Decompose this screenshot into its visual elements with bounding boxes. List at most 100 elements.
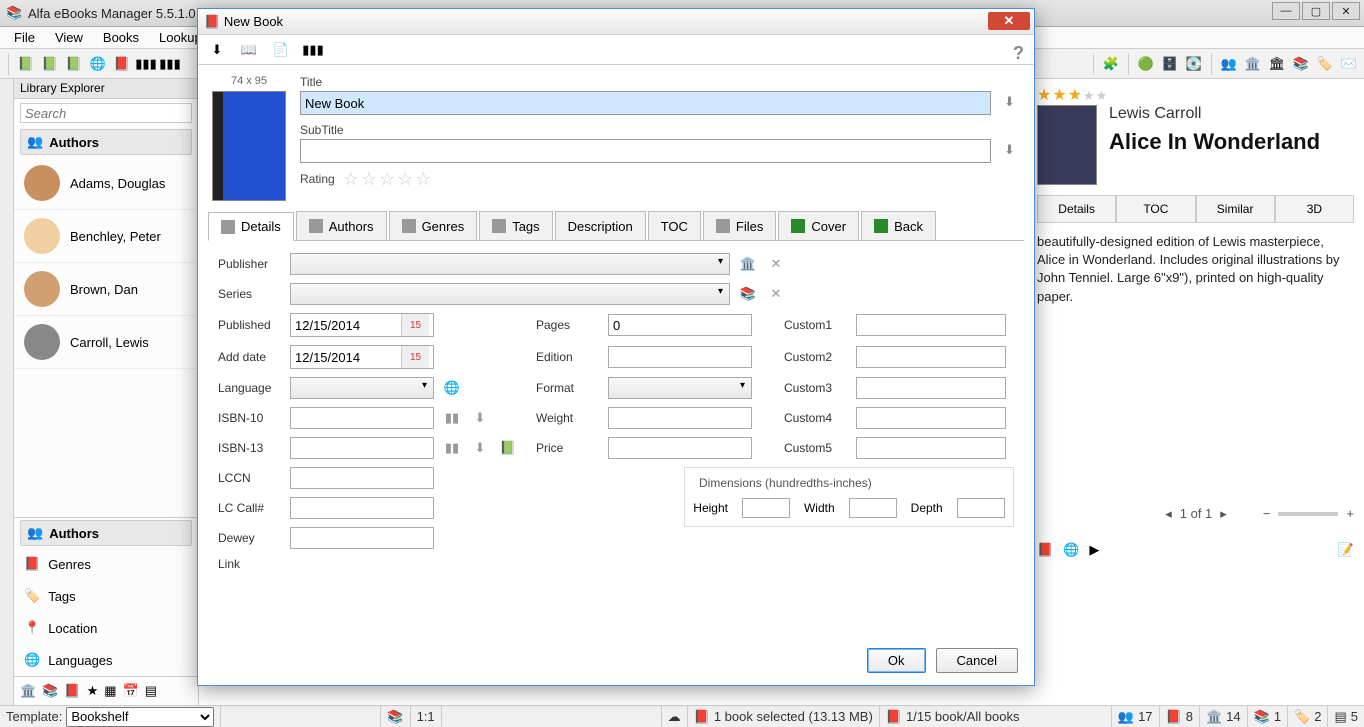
sidebar-item-location[interactable]: 📍Location [14, 612, 198, 644]
download-icon[interactable]: ⬇ [470, 408, 490, 428]
tab-toc[interactable]: TOC [648, 211, 701, 240]
author-item[interactable]: Brown, Dan [14, 263, 198, 316]
dewey-input[interactable] [290, 527, 434, 549]
db-add-icon[interactable]: 🟢 [1135, 53, 1157, 75]
adddate-date[interactable]: 15 [290, 345, 434, 369]
publisher-combo[interactable] [290, 253, 730, 275]
author-item[interactable]: Adams, Douglas [14, 157, 198, 210]
add-folder-icon[interactable]: 📗 [63, 53, 85, 75]
format-combo[interactable] [608, 377, 752, 399]
zoom-out-icon[interactable]: − [1263, 506, 1271, 521]
barcode-icon[interactable]: ▮▮▮ [135, 53, 157, 75]
series-icon[interactable]: 🏛 [1266, 53, 1288, 75]
barcode2-icon[interactable]: ▮▮▮ [159, 53, 181, 75]
filter-icon[interactable]: 🧩 [1100, 53, 1122, 75]
star-icon[interactable]: ☆ [397, 169, 413, 190]
sidebar-item-languages[interactable]: 🌐Languages [14, 644, 198, 676]
title-input[interactable] [300, 91, 991, 115]
star-icon[interactable]: ☆ [361, 169, 377, 190]
add-book-icon[interactable]: 📗 [15, 53, 37, 75]
authors-icon[interactable]: 👥 [1218, 53, 1240, 75]
barcode-icon[interactable]: ▮▮ [442, 408, 462, 428]
add-books-icon[interactable]: 📗 [39, 53, 61, 75]
disk-icon[interactable]: 💽 [1183, 53, 1205, 75]
edition-input[interactable] [608, 346, 752, 368]
tab-files[interactable]: Files [703, 211, 776, 240]
custom3-input[interactable] [856, 377, 1006, 399]
publisher-clear-icon[interactable]: ✕ [766, 254, 786, 274]
maximize-button[interactable]: ▢ [1302, 2, 1330, 20]
series-combo[interactable] [290, 283, 730, 305]
sidebar-item-genres[interactable]: 📕Genres [14, 548, 198, 580]
isbn10-input[interactable] [290, 407, 434, 429]
star-icon[interactable]: ☆ [415, 169, 431, 190]
page-icon[interactable]: 📄 [270, 39, 292, 61]
star-small-icon[interactable]: ★ [87, 683, 99, 699]
books-small-icon[interactable]: 📚 [42, 683, 58, 699]
menu-file[interactable]: File [6, 28, 43, 47]
download-subtitle-icon[interactable]: ⬇ [999, 139, 1020, 161]
grid-small-icon[interactable]: ▦ [104, 683, 116, 699]
globe-icon[interactable]: 🌐 [442, 378, 462, 398]
star-icon[interactable]: ☆ [379, 169, 395, 190]
tab-3d[interactable]: 3D [1275, 195, 1354, 223]
menu-view[interactable]: View [47, 28, 91, 47]
dialog-close-button[interactable]: ✕ [988, 12, 1030, 30]
library-small-icon[interactable]: 🏛️ [20, 683, 36, 699]
library-icon[interactable]: 🏛️ [1242, 53, 1264, 75]
db-icon[interactable]: 🗄️ [1159, 53, 1181, 75]
price-input[interactable] [608, 437, 752, 459]
cancel-button[interactable]: Cancel [936, 648, 1018, 673]
scan-icon[interactable]: 📕 [111, 53, 133, 75]
publisher-lookup-icon[interactable]: 🏛️ [738, 254, 758, 274]
tab-toc[interactable]: TOC [1116, 195, 1195, 223]
edit-icon[interactable]: 📝 [1338, 542, 1354, 558]
tab-genres[interactable]: Genres [389, 211, 478, 240]
language-combo[interactable] [290, 377, 434, 399]
weight-input[interactable] [608, 407, 752, 429]
play-icon[interactable]: ▶ [1089, 542, 1099, 558]
tab-details[interactable]: Details [208, 212, 294, 241]
custom1-input[interactable] [856, 314, 1006, 336]
mail-icon[interactable]: ✉️ [1338, 53, 1360, 75]
custom2-input[interactable] [856, 346, 1006, 368]
tab-back[interactable]: Back [861, 211, 936, 240]
download-icon[interactable]: ⬇ [470, 438, 490, 458]
cover-image[interactable] [212, 91, 286, 201]
menu-books[interactable]: Books [95, 28, 147, 47]
calendar-small-icon[interactable]: 📅 [123, 683, 139, 699]
globe-add-icon[interactable]: 🌐 [87, 53, 109, 75]
lccn-input[interactable] [290, 467, 434, 489]
calendar-icon[interactable]: 15 [401, 346, 429, 368]
book-add-icon[interactable]: 📗 [498, 438, 518, 458]
zoom-slider[interactable] [1278, 512, 1338, 516]
author-item[interactable]: Carroll, Lewis [14, 316, 198, 369]
tab-details[interactable]: Details [1037, 195, 1116, 223]
cloud-icon[interactable]: ☁ [668, 709, 681, 725]
calendar-icon[interactable]: 15 [401, 314, 429, 336]
bookshelf-icon[interactable]: 📕 [1037, 542, 1053, 558]
pager-prev-icon[interactable]: ◂ [1165, 506, 1172, 522]
custom4-input[interactable] [856, 407, 1006, 429]
ok-button[interactable]: Ok [867, 648, 926, 673]
pager-next-icon[interactable]: ▸ [1220, 506, 1227, 522]
dialog-cover[interactable]: 74 x 95 [212, 75, 286, 201]
list-small-icon[interactable]: ▤ [145, 683, 157, 699]
help-icon[interactable]: ? [1013, 43, 1024, 64]
barcode-icon[interactable]: ▮▮▮ [302, 39, 324, 61]
tab-cover[interactable]: Cover [778, 211, 859, 240]
import-icon[interactable]: ⬇ [206, 39, 228, 61]
author-item[interactable]: Benchley, Peter [14, 210, 198, 263]
tag-icon[interactable]: 🏷️ [1314, 53, 1336, 75]
books-icon[interactable]: 📚 [1290, 53, 1312, 75]
series-lookup-icon[interactable]: 📚 [738, 284, 758, 304]
zoom-in-icon[interactable]: + [1346, 506, 1354, 521]
download-title-icon[interactable]: ⬇ [999, 91, 1020, 113]
depth-input[interactable] [957, 498, 1005, 518]
tab-tags[interactable]: Tags [479, 211, 552, 240]
lccall-input[interactable] [290, 497, 434, 519]
width-input[interactable] [849, 498, 897, 518]
sidebar-item-tags[interactable]: 🏷️Tags [14, 580, 198, 612]
explorer-search-input[interactable] [20, 103, 192, 123]
star-icon[interactable]: ☆ [343, 169, 359, 190]
